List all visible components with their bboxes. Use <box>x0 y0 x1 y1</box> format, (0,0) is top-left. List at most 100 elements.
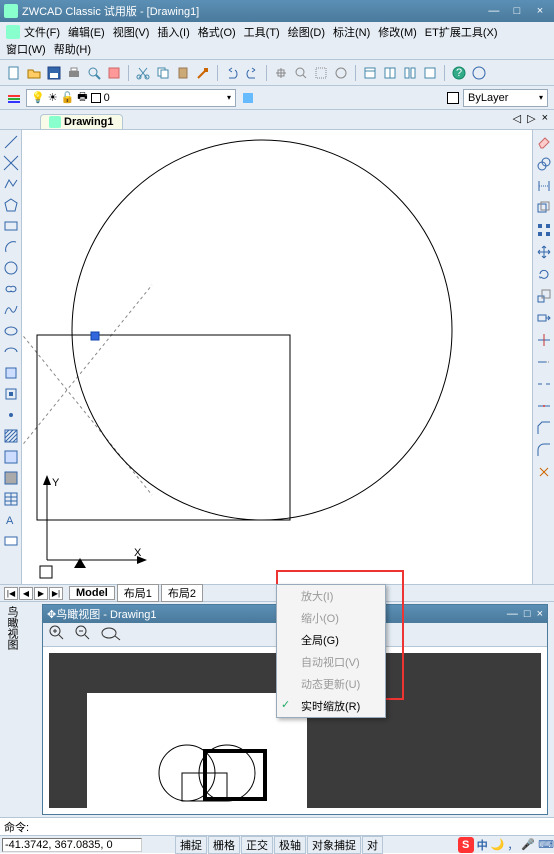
menu-draw[interactable]: 绘图(D) <box>288 24 325 40</box>
ime-keyboard-icon[interactable]: ⌨ <box>538 838 554 851</box>
sheet-prev-button[interactable]: ◀ <box>19 587 33 600</box>
match-icon[interactable] <box>195 65 211 81</box>
menu-help[interactable]: 帮助(H) <box>54 41 91 57</box>
maximize-button[interactable]: □ <box>507 5 527 17</box>
side-label[interactable]: 鸟瞰视图 <box>0 602 42 817</box>
calc-icon[interactable] <box>422 65 438 81</box>
mirror-icon[interactable] <box>536 178 552 194</box>
polar-toggle[interactable]: 极轴 <box>274 836 306 854</box>
grid-toggle[interactable]: 栅格 <box>208 836 240 854</box>
osnap-toggle[interactable]: 对象捕捉 <box>307 836 361 854</box>
region-icon[interactable] <box>3 470 19 486</box>
zoom-window-icon[interactable] <box>313 65 329 81</box>
sheet-tab-layout1[interactable]: 布局1 <box>117 584 159 602</box>
props-icon[interactable] <box>362 65 378 81</box>
layer-selector[interactable]: 💡 ☀ 🔓 🖶 0 ▾ <box>26 89 236 107</box>
ctx-global[interactable]: 全局(G) <box>277 629 385 651</box>
command-line[interactable]: 命令: <box>0 817 554 835</box>
zoom-in-icon[interactable] <box>49 625 65 644</box>
sheet-tab-layout2[interactable]: 布局2 <box>161 584 203 602</box>
table-icon[interactable] <box>3 491 19 507</box>
sheet-tab-model[interactable]: Model <box>69 586 115 600</box>
polyline-icon[interactable] <box>3 176 19 192</box>
undo-icon[interactable] <box>224 65 240 81</box>
new-icon[interactable] <box>6 65 22 81</box>
ortho-toggle[interactable]: 正交 <box>241 836 273 854</box>
help-icon[interactable]: ? <box>451 65 467 81</box>
ime-lang[interactable]: 中 <box>477 837 488 853</box>
hatch-icon[interactable] <box>3 428 19 444</box>
ctx-zoom-in[interactable]: 放大(I) <box>277 585 385 607</box>
drawing-canvas[interactable]: Y X <box>22 130 532 584</box>
menu-view[interactable]: 视图(V) <box>113 24 150 40</box>
pan-icon[interactable] <box>273 65 289 81</box>
menu-tools[interactable]: 工具(T) <box>244 24 280 40</box>
sheet-next-button[interactable]: ▶ <box>34 587 48 600</box>
polygon-icon[interactable] <box>3 197 19 213</box>
offset-icon[interactable] <box>536 200 552 216</box>
menu-format[interactable]: 格式(O) <box>198 24 236 40</box>
copy-obj-icon[interactable] <box>536 156 552 172</box>
aerial-max-button[interactable]: □ <box>524 608 531 620</box>
sheet-last-button[interactable]: ▶| <box>49 587 63 600</box>
chamfer-icon[interactable] <box>536 420 552 436</box>
minimize-button[interactable]: — <box>484 5 504 17</box>
trim-icon[interactable] <box>536 332 552 348</box>
circle-icon[interactable] <box>3 260 19 276</box>
point-icon[interactable] <box>3 407 19 423</box>
bylayer-selector[interactable]: ByLayer ▾ <box>463 89 548 107</box>
rotate-icon[interactable] <box>536 266 552 282</box>
fillet-icon[interactable] <box>536 442 552 458</box>
copy-icon[interactable] <box>155 65 171 81</box>
save-icon[interactable] <box>46 65 62 81</box>
paste-icon[interactable] <box>175 65 191 81</box>
close-button[interactable]: × <box>530 5 550 17</box>
redo-icon[interactable] <box>244 65 260 81</box>
menu-modify[interactable]: 修改(M) <box>378 24 417 40</box>
array-icon[interactable] <box>536 222 552 238</box>
menu-dimension[interactable]: 标注(N) <box>333 24 370 40</box>
tool-palette-icon[interactable] <box>402 65 418 81</box>
zoom-rt-icon[interactable] <box>293 65 309 81</box>
menu-et[interactable]: ET扩展工具(X) <box>425 24 498 40</box>
join-icon[interactable] <box>536 398 552 414</box>
mtext-icon[interactable]: A <box>3 512 19 528</box>
cut-icon[interactable] <box>135 65 151 81</box>
aerial-min-button[interactable]: — <box>507 608 518 620</box>
ctx-dynamic-update[interactable]: 动态更新(U) <box>277 673 385 695</box>
snap-toggle[interactable]: 捕捉 <box>175 836 207 854</box>
extend-icon[interactable] <box>536 354 552 370</box>
aerial-close-button[interactable]: × <box>537 608 543 620</box>
insert-block-icon[interactable] <box>3 365 19 381</box>
design-center-icon[interactable] <box>382 65 398 81</box>
color-swatch[interactable] <box>447 92 459 104</box>
info-icon[interactable] <box>471 65 487 81</box>
ctx-auto-viewport[interactable]: 自动视口(V) <box>277 651 385 673</box>
sheet-first-button[interactable]: |◀ <box>4 587 18 600</box>
arc-icon[interactable] <box>3 239 19 255</box>
ellipse-arc-icon[interactable] <box>3 344 19 360</box>
ime-mic-icon[interactable]: 🎤 <box>521 838 535 851</box>
ctx-realtime-zoom[interactable]: ✓实时缩放(R) <box>277 695 385 717</box>
ime-punct-icon[interactable]: ， <box>507 837 518 853</box>
spline-icon[interactable] <box>3 302 19 318</box>
move-icon[interactable] <box>536 244 552 260</box>
layer-states-icon[interactable] <box>240 90 256 106</box>
xline-icon[interactable] <box>3 155 19 171</box>
explode-icon[interactable] <box>536 464 552 480</box>
gradient-icon[interactable] <box>3 449 19 465</box>
scale-icon[interactable] <box>536 288 552 304</box>
stretch-icon[interactable] <box>536 310 552 326</box>
zoom-global-icon[interactable] <box>101 625 121 644</box>
print-icon[interactable] <box>66 65 82 81</box>
ellipse-icon[interactable] <box>3 323 19 339</box>
zoom-out-icon[interactable] <box>75 625 91 644</box>
layer-props-icon[interactable] <box>6 90 22 106</box>
document-tab[interactable]: Drawing1 <box>40 114 123 129</box>
rectangle-icon[interactable] <box>3 218 19 234</box>
preview-icon[interactable] <box>86 65 102 81</box>
ctx-zoom-out[interactable]: 缩小(O) <box>277 607 385 629</box>
publish-icon[interactable] <box>106 65 122 81</box>
zoom-prev-icon[interactable] <box>333 65 349 81</box>
ime-sogou-icon[interactable]: S <box>458 837 474 853</box>
